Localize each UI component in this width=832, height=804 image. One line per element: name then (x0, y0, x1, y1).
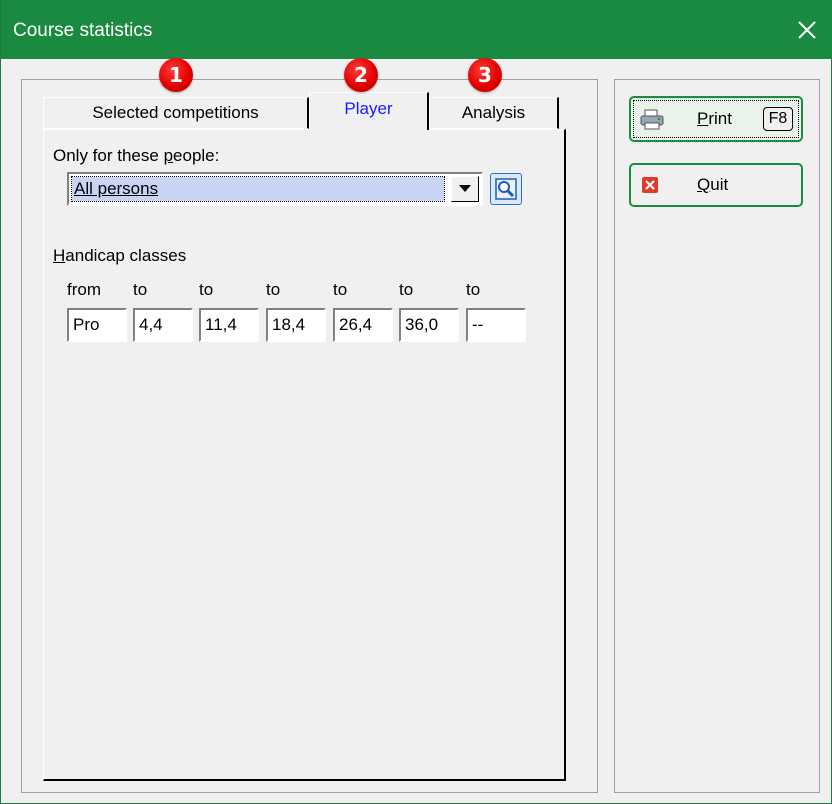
quit-button[interactable]: Quit (629, 163, 803, 207)
tab-label: Selected competitions (92, 103, 259, 122)
print-button[interactable]: Print F8 (629, 96, 803, 142)
chevron-down-icon (459, 185, 471, 192)
people-label: Only for these people: (53, 146, 220, 165)
tab-label: Analysis (461, 103, 526, 122)
hcp-field-to-6[interactable]: -- (466, 308, 526, 342)
title-bar[interactable]: Course statistics (1, 0, 832, 59)
search-icon (495, 178, 517, 200)
badge-3: 3 (468, 58, 502, 92)
dropdown-arrow-button[interactable] (451, 176, 479, 202)
cancel-icon (642, 177, 658, 193)
tab-selected-competitions[interactable]: Selected competitions (43, 97, 309, 129)
window-title: Course statistics (13, 20, 153, 41)
hcp-header-from: from (67, 280, 101, 299)
print-label: Print (697, 109, 732, 128)
hcp-header-to: to (333, 280, 348, 299)
quit-label: Quit (697, 175, 729, 194)
close-button[interactable] (781, 0, 832, 59)
hcp-field-to-1[interactable]: 4,4 (133, 308, 193, 342)
player-tab-page (43, 129, 566, 781)
hcp-field-to-2[interactable]: 11,4 (199, 308, 259, 342)
hcp-header-to: to (133, 280, 148, 299)
badge-1: 1 (159, 58, 193, 92)
hcp-header-to: to (199, 280, 214, 299)
hcp-header-to: to (399, 280, 414, 299)
print-shortcut-key: F8 (763, 107, 793, 131)
hcp-field-to-4[interactable]: 26,4 (333, 308, 393, 342)
handicap-classes-label: Handicap classes (53, 246, 187, 265)
hcp-field-to-5[interactable]: 36,0 (399, 308, 459, 342)
people-combobox[interactable]: All persons (67, 172, 483, 206)
badge-2: 2 (344, 58, 378, 92)
printer-icon (640, 109, 664, 130)
hcp-header-to: to (266, 280, 281, 299)
hcp-field-to-3[interactable]: 18,4 (266, 308, 326, 342)
search-people-button[interactable] (490, 173, 522, 205)
tab-label: Player (344, 98, 393, 118)
hcp-field-from[interactable]: Pro (67, 308, 127, 342)
hcp-header-to: to (466, 280, 481, 299)
close-icon (798, 20, 816, 39)
dialog-window: Course statistics Selected competitions … (0, 0, 832, 804)
tab-player[interactable]: Player (309, 92, 429, 130)
people-combobox-value: All persons (71, 176, 445, 202)
tab-analysis[interactable]: Analysis (429, 97, 559, 129)
